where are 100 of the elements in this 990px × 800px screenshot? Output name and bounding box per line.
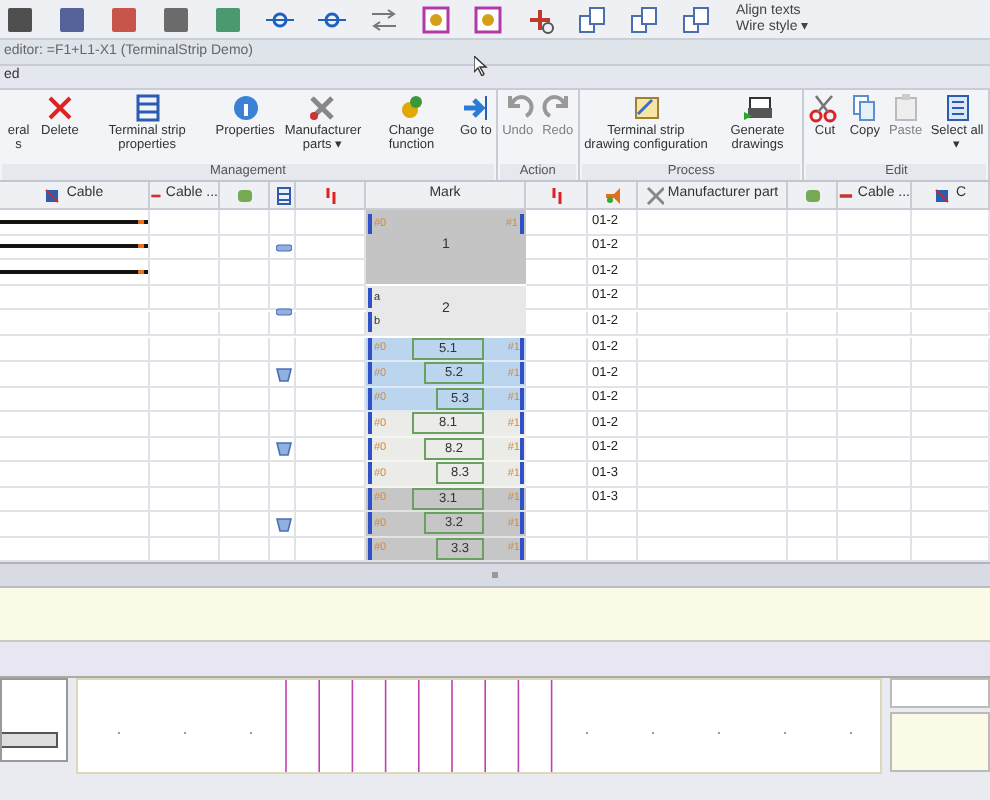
- column-icon: [235, 185, 253, 205]
- column-header[interactable]: [526, 182, 588, 210]
- table-cell: [150, 285, 220, 310]
- toolbar-icon[interactable]: [680, 3, 712, 35]
- table-cell: [788, 437, 838, 462]
- table-cell: [220, 311, 270, 336]
- column-icon: [603, 185, 621, 205]
- table-cell: [788, 235, 838, 260]
- toolbar-icon[interactable]: [420, 3, 452, 35]
- ribbon-icon: [306, 92, 339, 124]
- side-panel: [890, 712, 990, 772]
- table-cell: [912, 337, 990, 362]
- ribbon-icon: [43, 92, 76, 124]
- table-cell: [838, 210, 912, 235]
- table-cell: [220, 412, 270, 437]
- toolbar-icon[interactable]: [108, 3, 140, 35]
- table-cell: [788, 462, 838, 487]
- column-icon: [273, 185, 291, 205]
- mouse-pointer-icon: [474, 56, 488, 76]
- wire-icon: [0, 242, 148, 251]
- table-cell: [220, 285, 270, 310]
- table-cell: [912, 311, 990, 336]
- ribbon-icon: [459, 92, 492, 124]
- table-cell: [838, 311, 912, 336]
- jumper-icon: [275, 243, 291, 252]
- table-cell: [150, 362, 220, 387]
- table-cell: [270, 487, 296, 512]
- table-cell: [788, 412, 838, 437]
- column-header[interactable]: [296, 182, 366, 210]
- table-cell: [270, 337, 296, 362]
- table-cell: [270, 210, 296, 235]
- column-icon: [645, 185, 664, 205]
- toolbar-icon[interactable]: [368, 3, 400, 35]
- table-cell: [788, 337, 838, 362]
- table-cell: [838, 487, 912, 512]
- table-cell: [150, 311, 220, 336]
- table-cell: [912, 387, 990, 412]
- table-cell: [912, 412, 990, 437]
- ribbon-icon: [629, 92, 662, 124]
- table-cell: [150, 487, 220, 512]
- cup-icon: [275, 517, 291, 532]
- table-cell: [838, 285, 912, 310]
- column-icon: [547, 185, 565, 205]
- toolbar-icon[interactable]: [160, 3, 192, 35]
- table-cell: [788, 210, 838, 235]
- toolbar-icon[interactable]: [472, 3, 504, 35]
- ribbon-icon: [131, 92, 164, 124]
- table-cell: [838, 387, 912, 412]
- wire-icon: [0, 217, 148, 226]
- toolbar-icon[interactable]: [212, 3, 244, 35]
- cup-icon: [275, 367, 291, 382]
- table-cell: [220, 437, 270, 462]
- table-cell: [270, 260, 296, 285]
- table-cell: [270, 462, 296, 487]
- column-icon: [44, 185, 63, 205]
- table-cell: [788, 362, 838, 387]
- table-cell: [150, 462, 220, 487]
- toolbar-icon[interactable]: [628, 3, 660, 35]
- table-cell: [220, 362, 270, 387]
- toolbar-icon[interactable]: [56, 3, 88, 35]
- table-cell: [270, 387, 296, 412]
- table-cell: [220, 210, 270, 235]
- table-cell: [220, 512, 270, 537]
- splitter-grip[interactable]: [492, 572, 498, 578]
- column-header[interactable]: [588, 182, 638, 210]
- table-cell: [150, 412, 220, 437]
- table-cell: [912, 487, 990, 512]
- table-cell: [788, 512, 838, 537]
- cup-icon: [275, 442, 291, 457]
- table-cell: [220, 387, 270, 412]
- table-cell: [220, 260, 270, 285]
- wire-icon: [0, 267, 148, 276]
- table-cell: [838, 512, 912, 537]
- column-icon: [321, 185, 339, 205]
- ribbon-icon: [808, 92, 841, 124]
- table-cell: [150, 512, 220, 537]
- toolbar-icon[interactable]: [4, 3, 36, 35]
- table-cell: [912, 512, 990, 537]
- table-cell: [838, 362, 912, 387]
- table-cell: [912, 235, 990, 260]
- table-cell: [788, 311, 838, 336]
- table-cell: [838, 462, 912, 487]
- table-cell: [912, 210, 990, 235]
- table-cell: [912, 437, 990, 462]
- table-cell: [220, 235, 270, 260]
- table-cell: [912, 462, 990, 487]
- table-cell: [588, 512, 638, 537]
- table-cell: [150, 387, 220, 412]
- table-cell: [912, 260, 990, 285]
- column-header[interactable]: [270, 182, 296, 210]
- table-cell: [220, 337, 270, 362]
- toolbar-icon[interactable]: [576, 3, 608, 35]
- column-icon: [933, 185, 952, 205]
- ribbon-icon: [941, 92, 974, 124]
- table-cell: [220, 462, 270, 487]
- table-cell: [788, 260, 838, 285]
- terminal-thumbnail-icon: [2, 732, 58, 748]
- table-cell: [912, 362, 990, 387]
- table-cell: [838, 337, 912, 362]
- table-cell: [788, 487, 838, 512]
